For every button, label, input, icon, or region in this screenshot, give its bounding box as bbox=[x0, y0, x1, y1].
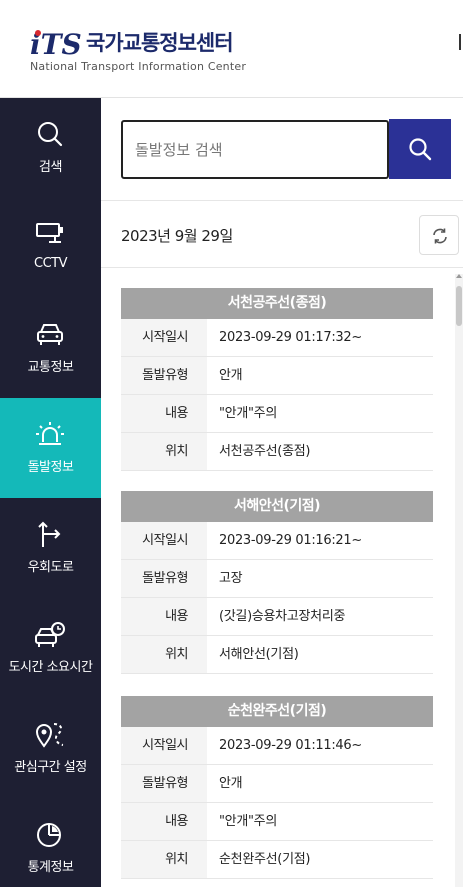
incident-row-location: 위치 서천공주선(종점) bbox=[121, 433, 433, 471]
row-value: 순천완주선(기점) bbox=[219, 852, 311, 867]
cctv-icon bbox=[36, 223, 63, 243]
sidebar-item-label: CCTV bbox=[34, 256, 68, 271]
incident-row-start: 시작일시 2023-09-29 01:11:46~ bbox=[121, 727, 433, 765]
incident-row-location: 위치 순천완주선(기점) bbox=[121, 841, 433, 879]
row-value: 안개 bbox=[219, 776, 243, 791]
pie-chart-icon bbox=[37, 823, 61, 847]
row-label: 내용 bbox=[121, 598, 207, 635]
row-value: 고장 bbox=[219, 571, 243, 586]
sidebar-nav: 검색 CCTV 교통정보 돌발정보 우회도로 도시간 소요시간 관심구간 설정 … bbox=[0, 98, 101, 887]
row-value: 2023-09-29 01:16:21~ bbox=[219, 533, 362, 548]
sidebar-item-travel-time[interactable]: 도시간 소요시간 bbox=[0, 598, 101, 698]
sidebar-item-statistics[interactable]: 통계정보 bbox=[0, 798, 101, 887]
row-value: 안개 bbox=[219, 368, 243, 383]
search-icon bbox=[38, 122, 63, 147]
current-date: 2023년 9월 29일 bbox=[121, 227, 233, 245]
row-label: 위치 bbox=[121, 841, 207, 878]
sidebar-item-traffic[interactable]: 교통정보 bbox=[0, 298, 101, 398]
incident-panel: 2023년 9월 29일 서천공주선(종점) 시작일시 2023-09-29 0… bbox=[101, 98, 463, 887]
logo-title: 국가교통정보센터 bbox=[86, 31, 234, 55]
scroll-thumb[interactable] bbox=[456, 286, 462, 326]
row-label: 위치 bbox=[121, 433, 207, 470]
search-icon bbox=[409, 138, 432, 161]
incident-card[interactable]: 서해안선(기점) 시작일시 2023-09-29 01:16:21~ 돌발유형 … bbox=[121, 491, 433, 674]
scrollbar[interactable] bbox=[455, 274, 463, 887]
car-icon bbox=[37, 324, 63, 345]
row-value: 2023-09-29 01:17:32~ bbox=[219, 330, 362, 345]
sidebar-item-cctv[interactable]: CCTV bbox=[0, 198, 101, 298]
sidebar-item-detour[interactable]: 우회도로 bbox=[0, 498, 101, 598]
row-label: 내용 bbox=[121, 395, 207, 432]
incident-title: 순천완주선(기점) bbox=[121, 696, 433, 727]
incident-row-type: 돌발유형 고장 bbox=[121, 560, 433, 598]
logo-subtitle: National Transport Information Center bbox=[30, 60, 247, 73]
row-value: (갓길)승용차고장처리중 bbox=[219, 609, 346, 624]
row-label: 돌발유형 bbox=[121, 560, 207, 597]
incident-row-content: 내용 "안개"주의 bbox=[121, 803, 433, 841]
sidebar-item-incident[interactable]: 돌발정보 bbox=[0, 398, 101, 498]
incident-card[interactable]: 순천완주선(기점) 시작일시 2023-09-29 01:11:46~ 돌발유형… bbox=[121, 696, 433, 879]
sidebar-item-label: 관심구간 설정 bbox=[14, 760, 87, 775]
app-header: iTS 국가교통정보센터 National Transport Informat… bbox=[0, 0, 463, 98]
menu-edge[interactable] bbox=[459, 34, 463, 50]
sidebar-item-label: 교통정보 bbox=[27, 360, 74, 375]
row-label: 위치 bbox=[121, 636, 207, 673]
row-label: 내용 bbox=[121, 803, 207, 840]
sidebar-item-label: 도시간 소요시간 bbox=[8, 660, 93, 675]
row-label: 시작일시 bbox=[121, 319, 207, 356]
row-value: "안개"주의 bbox=[219, 406, 277, 421]
sidebar-item-label: 우회도로 bbox=[27, 560, 74, 575]
search-button[interactable] bbox=[389, 119, 451, 179]
row-label: 돌발유형 bbox=[121, 357, 207, 394]
incident-card[interactable]: 서천공주선(종점) 시작일시 2023-09-29 01:17:32~ 돌발유형… bbox=[121, 288, 433, 471]
detour-icon bbox=[38, 521, 61, 547]
row-label: 시작일시 bbox=[121, 727, 207, 764]
date-bar: 2023년 9월 29일 bbox=[101, 200, 463, 268]
sidebar-item-label: 통계정보 bbox=[27, 860, 74, 875]
its-logo[interactable]: iTS 국가교통정보센터 National Transport Informat… bbox=[30, 24, 270, 76]
search-input[interactable] bbox=[135, 138, 375, 162]
incident-row-content: 내용 "안개"주의 bbox=[121, 395, 433, 433]
incident-title: 서해안선(기점) bbox=[121, 491, 433, 522]
incident-row-start: 시작일시 2023-09-29 01:16:21~ bbox=[121, 522, 433, 560]
sidebar-item-label: 검색 bbox=[39, 160, 62, 175]
incident-row-start: 시작일시 2023-09-29 01:17:32~ bbox=[121, 319, 433, 357]
refresh-button[interactable] bbox=[419, 215, 459, 255]
alarm-icon bbox=[36, 422, 64, 445]
sidebar-item-label: 돌발정보 bbox=[27, 460, 74, 475]
incident-row-content: 내용 (갓길)승용차고장처리중 bbox=[121, 598, 433, 636]
incident-row-type: 돌발유형 안개 bbox=[121, 357, 433, 395]
incident-row-location: 위치 서해안선(기점) bbox=[121, 636, 433, 674]
row-label: 시작일시 bbox=[121, 522, 207, 559]
row-value: 서천공주선(종점) bbox=[219, 444, 311, 459]
row-label: 돌발유형 bbox=[121, 765, 207, 802]
incident-title: 서천공주선(종점) bbox=[121, 288, 433, 319]
row-value: 서해안선(기점) bbox=[219, 647, 299, 662]
its-logo-mark: iTS bbox=[30, 28, 82, 58]
search-box bbox=[121, 120, 389, 179]
sidebar-item-favorite-route[interactable]: 관심구간 설정 bbox=[0, 698, 101, 798]
route-pin-icon bbox=[35, 723, 64, 748]
row-value: 2023-09-29 01:11:46~ bbox=[219, 738, 362, 753]
car-clock-icon bbox=[35, 622, 65, 647]
incident-row-type: 돌발유형 안개 bbox=[121, 765, 433, 803]
row-value: "안개"주의 bbox=[219, 814, 277, 829]
scroll-up-arrow[interactable] bbox=[456, 274, 462, 278]
sidebar-item-search[interactable]: 검색 bbox=[0, 98, 101, 198]
refresh-icon bbox=[433, 228, 447, 244]
